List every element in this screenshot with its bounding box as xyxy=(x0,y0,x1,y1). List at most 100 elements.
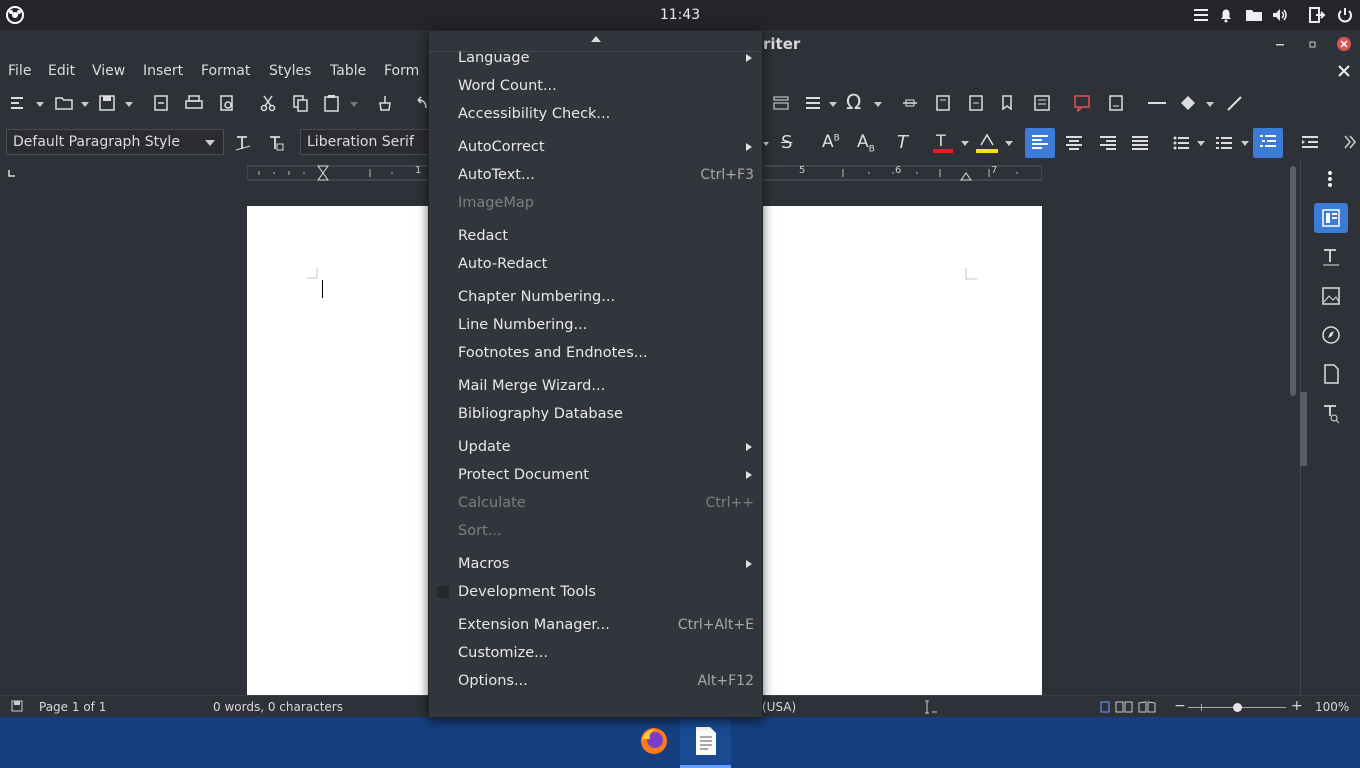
zoom-in-button[interactable]: + xyxy=(1291,698,1303,714)
language-status[interactable]: (USA) xyxy=(762,700,796,714)
menu-item-language[interactable]: Language xyxy=(429,45,762,71)
clone-formatting-icon[interactable] xyxy=(376,94,394,112)
bookmark-icon[interactable] xyxy=(999,94,1017,112)
minimize-icon[interactable] xyxy=(1274,38,1286,50)
chevron-down-icon[interactable] xyxy=(874,102,882,108)
shapes-icon[interactable] xyxy=(1179,94,1197,112)
zoom-slider[interactable] xyxy=(1188,703,1286,712)
print-preview-icon[interactable] xyxy=(218,94,236,112)
draw-icon[interactable] xyxy=(1226,94,1244,112)
bell-icon[interactable] xyxy=(1218,6,1236,24)
chevron-down-icon[interactable] xyxy=(961,141,969,147)
zoom-out-button[interactable]: − xyxy=(1174,698,1186,714)
volume-icon[interactable] xyxy=(1271,6,1289,24)
numbered-list-icon[interactable] xyxy=(1215,134,1233,152)
zoom-slider-thumb[interactable] xyxy=(1233,703,1242,712)
close-document-icon[interactable] xyxy=(1337,64,1351,78)
menu-form[interactable]: Form xyxy=(384,58,419,84)
menu-view[interactable]: View xyxy=(92,58,125,84)
font-name-combo[interactable]: Liberation Serif xyxy=(300,129,430,155)
chevron-down-icon[interactable] xyxy=(829,102,837,108)
checkbox-icon[interactable] xyxy=(437,586,449,598)
menu-item-autotext[interactable]: AutoText... Ctrl+F3 xyxy=(429,162,762,188)
zoom-level[interactable]: 100% xyxy=(1315,700,1349,714)
menu-item-accessibility-check[interactable]: Accessibility Check... xyxy=(429,101,762,127)
paste-icon[interactable] xyxy=(323,94,341,112)
chevron-down-icon[interactable] xyxy=(1206,102,1214,108)
align-left-button[interactable] xyxy=(1025,128,1055,158)
font-color-icon[interactable]: T xyxy=(933,130,953,154)
menu-item-mail-merge-wizard[interactable]: Mail Merge Wizard... xyxy=(429,373,762,399)
sidebar-navigator-button[interactable] xyxy=(1314,320,1348,350)
menu-item-line-numbering[interactable]: Line Numbering... xyxy=(429,312,762,338)
menu-styles[interactable]: Styles xyxy=(269,58,311,84)
single-page-view-icon[interactable] xyxy=(1100,701,1110,713)
menu-item-bibliography-database[interactable]: Bibliography Database xyxy=(429,401,762,427)
page-count[interactable]: Page 1 of 1 xyxy=(39,700,106,714)
clear-formatting-icon[interactable]: T xyxy=(897,132,908,153)
footnote-icon[interactable] xyxy=(934,94,952,112)
chevron-down-icon[interactable] xyxy=(1241,141,1249,147)
new-document-icon[interactable] xyxy=(9,94,27,112)
insert-field-icon[interactable] xyxy=(772,94,790,112)
menu-item-redact[interactable]: Redact xyxy=(429,223,762,249)
chevron-down-icon[interactable] xyxy=(36,102,44,108)
sidebar-properties-button[interactable] xyxy=(1314,203,1348,233)
menu-item-macros[interactable]: Macros xyxy=(429,551,762,577)
menu-icon[interactable] xyxy=(1193,6,1211,24)
chevron-down-icon[interactable] xyxy=(1197,141,1205,147)
menu-item-autocorrect[interactable]: AutoCorrect xyxy=(429,134,762,160)
new-style-icon[interactable] xyxy=(267,134,285,152)
menu-item-protect-document[interactable]: Protect Document xyxy=(429,462,762,488)
insert-table-icon[interactable] xyxy=(804,94,822,112)
justify-icon[interactable] xyxy=(1131,134,1149,152)
chevron-down-icon[interactable] xyxy=(763,142,769,147)
menu-format[interactable]: Format xyxy=(201,58,250,84)
sidebar-styles-button[interactable] xyxy=(1314,242,1348,272)
chevron-down-icon[interactable] xyxy=(1005,141,1013,147)
horizontal-line-icon[interactable] xyxy=(1148,102,1166,104)
print-icon[interactable] xyxy=(185,94,203,112)
word-count[interactable]: 0 words, 0 characters xyxy=(213,700,343,714)
sidebar-page-button[interactable] xyxy=(1314,359,1348,389)
power-icon[interactable] xyxy=(1336,6,1354,24)
align-center-icon[interactable] xyxy=(1065,134,1083,152)
vertical-scrollbar[interactable] xyxy=(1290,166,1296,396)
export-pdf-icon[interactable] xyxy=(152,94,170,112)
document-modified-icon[interactable] xyxy=(11,700,23,712)
paragraph-style-combo[interactable]: Default Paragraph Style xyxy=(6,129,224,155)
align-right-icon[interactable] xyxy=(1099,134,1117,152)
superscript-icon[interactable]: AB xyxy=(822,132,840,152)
sidebar-gallery-button[interactable] xyxy=(1314,281,1348,311)
sidebar-style-inspector-button[interactable] xyxy=(1314,398,1348,428)
menu-item-auto-redact[interactable]: Auto-Redact xyxy=(429,251,762,277)
open-folder-icon[interactable] xyxy=(55,94,73,112)
logout-icon[interactable] xyxy=(1308,6,1326,24)
save-icon[interactable] xyxy=(98,94,116,112)
menu-item-customize[interactable]: Customize... xyxy=(429,640,762,666)
cut-icon[interactable] xyxy=(259,94,277,112)
book-view-icon[interactable] xyxy=(1138,701,1156,713)
tab-stop-icon[interactable] xyxy=(8,170,16,178)
track-changes-icon[interactable] xyxy=(1073,94,1091,112)
increase-indent-icon[interactable] xyxy=(1301,134,1319,152)
menu-item-chapter-numbering[interactable]: Chapter Numbering... xyxy=(429,284,762,310)
header-footer-icon[interactable] xyxy=(1107,94,1125,112)
multi-page-view-icon[interactable] xyxy=(1115,701,1133,713)
chevron-down-icon[interactable] xyxy=(125,102,133,108)
bullet-list-icon[interactable] xyxy=(1172,134,1190,152)
outline-list-button[interactable] xyxy=(1253,128,1283,158)
writer-taskbar-button[interactable] xyxy=(680,717,731,768)
cross-reference-icon[interactable] xyxy=(967,94,985,112)
copy-icon[interactable] xyxy=(292,94,310,112)
restore-icon[interactable] xyxy=(1306,38,1318,50)
chevron-down-icon[interactable] xyxy=(205,140,215,146)
hyperlink-icon[interactable] xyxy=(901,94,919,112)
update-style-icon[interactable] xyxy=(234,134,252,152)
chevron-down-icon[interactable] xyxy=(81,102,89,108)
menu-item-options[interactable]: Options... Alt+F12 xyxy=(429,668,762,694)
insert-comment-icon[interactable] xyxy=(1033,94,1051,112)
subscript-icon[interactable]: AB xyxy=(857,132,875,154)
sidebar-collapse-handle[interactable] xyxy=(1300,392,1307,466)
chevron-down-icon[interactable] xyxy=(350,102,358,108)
